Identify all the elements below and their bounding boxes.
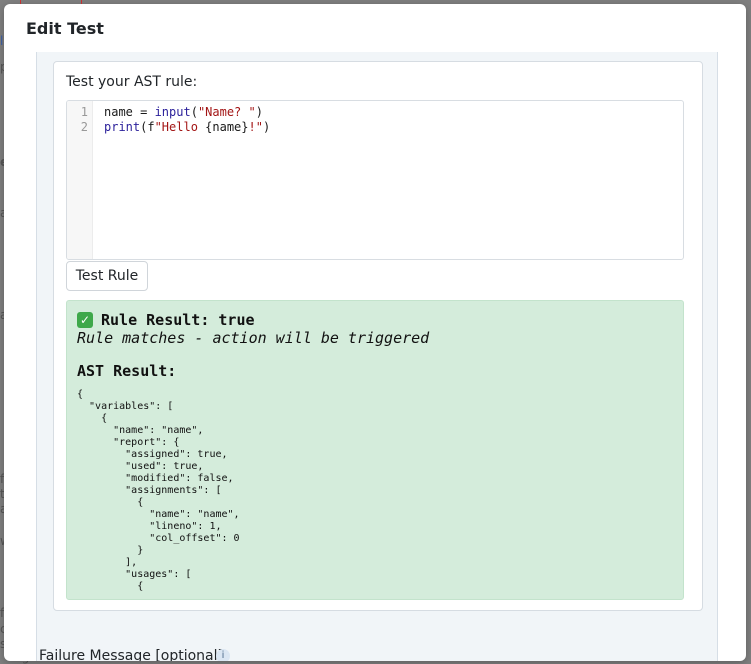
rule-result-text: Rule Result: true	[101, 311, 255, 329]
check-icon: ✓	[77, 312, 93, 328]
info-icon[interactable]: i	[216, 649, 230, 661]
ast-result-title: AST Result:	[77, 362, 177, 380]
rule-card: Test your AST rule: 1 2 name = input("Na…	[36, 52, 718, 661]
code-editor[interactable]: 1 2 name = input("Name? ") print(f"Hello…	[66, 100, 684, 260]
line-number: 1	[80, 105, 88, 119]
rule-tester-card: Test your AST rule: 1 2 name = input("Na…	[53, 61, 703, 611]
ast-result-json: { "variables": [ { "name": "name", "repo…	[77, 389, 240, 592]
section-label: Test your AST rule:	[66, 74, 198, 90]
modal-title: Edit Test	[26, 19, 104, 38]
test-rule-button[interactable]: Test Rule	[66, 261, 148, 291]
failure-message-label: Failure Message [optional]	[39, 648, 223, 661]
code-line: print(f"Hello {name}!")	[104, 120, 271, 134]
rule-result-message: Rule matches - action will be triggered	[77, 329, 430, 347]
modal-body[interactable]: Test your AST rule: 1 2 name = input("Na…	[4, 52, 746, 661]
line-number-gutter: 1 2	[67, 101, 93, 259]
line-number: 2	[80, 120, 88, 134]
rule-result-panel: ✓ Rule Result: true Rule matches - actio…	[66, 300, 684, 600]
edit-test-modal: Edit Test Test your AST rule: 1 2 name =…	[4, 4, 746, 661]
rule-result-headline: ✓ Rule Result: true	[77, 311, 255, 329]
code-line: name = input("Name? ")	[104, 105, 263, 119]
